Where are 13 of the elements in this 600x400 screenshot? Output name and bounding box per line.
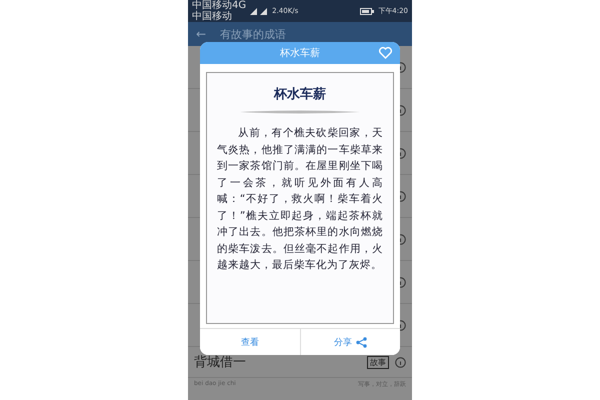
carrier-label: 中国移动: [192, 11, 233, 22]
back-button[interactable]: ←: [196, 27, 206, 41]
share-icon: [356, 336, 367, 348]
story-text: 从前，有个樵夫砍柴回家，天气炎热，他推了满满的一车柴草来到一家茶馆门前。在屋里刚坐下喝了一会茶，就听见外面有人高喊：“不好了，救火啊！柴车着火了！”樵夫立即起身，端起茶杯就冲了出去。他把茶杯里的水向燃烧的柴车泼去。但丝毫不起作用，火越来越大，最后柴车化为了灰烬。: [217, 126, 383, 273]
story-tag: 故事: [367, 356, 389, 368]
share-button[interactable]: 分享: [300, 329, 400, 355]
battery-icon: [360, 8, 374, 14]
story-heading: 杯水车薪: [274, 86, 326, 103]
page-title: 有故事的成语: [220, 26, 286, 42]
signal-icon: [250, 8, 268, 14]
dialog-title: 杯水车薪: [280, 46, 320, 60]
carrier-label: 中国移动4G: [192, 0, 246, 11]
idiom-title: 背城借一: [194, 354, 247, 371]
